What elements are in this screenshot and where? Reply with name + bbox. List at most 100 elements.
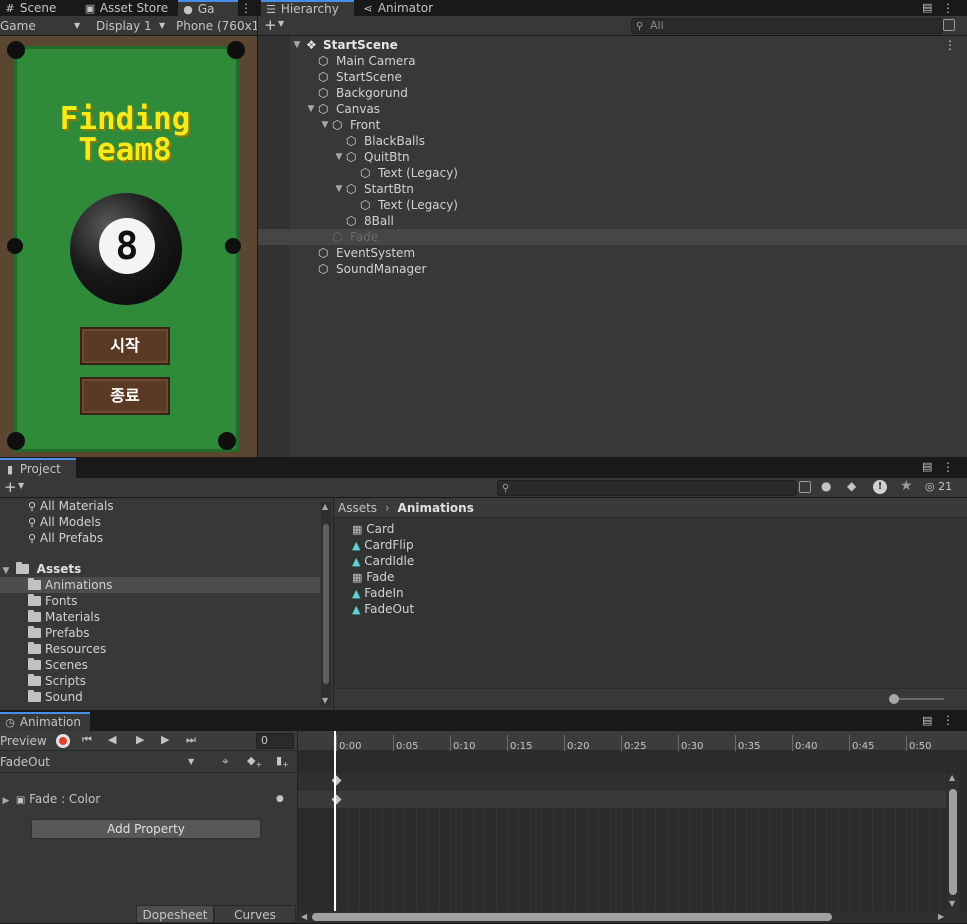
tab-scene[interactable]: # Scene xyxy=(0,0,80,16)
last-keyframe-icon[interactable]: ⏭ xyxy=(186,733,196,747)
asset-item[interactable]: ▲ FadeIn xyxy=(352,585,404,601)
event-lane[interactable] xyxy=(298,773,946,791)
asset-item[interactable]: ▲ CardFlip xyxy=(352,537,414,553)
play-icon[interactable]: ▶ xyxy=(136,733,144,746)
expand-arrow-icon[interactable]: ▼ xyxy=(305,101,317,117)
folder-item[interactable]: Scripts xyxy=(28,673,86,689)
display-dropdown[interactable]: Display 1 ▼ xyxy=(96,18,172,34)
scroll-up-arrow-icon[interactable]: ▲ xyxy=(322,502,328,511)
expand-arrow-icon[interactable]: ▼ xyxy=(333,149,345,165)
dopesheet-tab[interactable]: Dopesheet xyxy=(136,905,214,923)
scrollbar-thumb[interactable] xyxy=(323,524,329,684)
record-button[interactable] xyxy=(56,734,70,748)
asset-item[interactable]: ▦ Fade xyxy=(352,569,394,585)
breadcrumb-root[interactable]: Assets xyxy=(338,501,377,515)
folder-item[interactable]: Materials xyxy=(28,609,100,625)
folder-item[interactable]: Fonts xyxy=(28,593,77,609)
first-keyframe-icon[interactable]: ⏮ xyxy=(82,733,92,747)
tab-animator[interactable]: ⋖ Animator xyxy=(358,0,438,16)
tab-asset-store[interactable]: ▣ Asset Store xyxy=(80,0,178,16)
lock-icon[interactable]: ▤ xyxy=(922,714,932,727)
game-mode-dropdown[interactable]: Game ▼ xyxy=(0,18,86,34)
scroll-left-arrow-icon[interactable]: ◀ xyxy=(301,912,307,921)
preview-toggle[interactable]: Preview xyxy=(0,733,47,749)
folder-item[interactable]: Resources xyxy=(28,641,106,657)
animation-menu-icon[interactable]: ⋮ xyxy=(942,713,954,727)
hierarchy-menu-icon[interactable]: ⋮ xyxy=(942,0,954,16)
search-options-icon[interactable] xyxy=(943,19,955,31)
hidden-packages-toggle[interactable]: ◎ 21 xyxy=(925,480,952,493)
property-options-icon[interactable]: ● xyxy=(276,790,284,808)
tab-project[interactable]: ▮ Project xyxy=(0,458,76,478)
assets-root-row[interactable]: ▼ Assets xyxy=(0,561,81,577)
resolution-dropdown[interactable]: Phone (760x12 xyxy=(176,18,257,34)
scroll-down-arrow-icon[interactable]: ▼ xyxy=(949,899,955,908)
scrollbar-thumb[interactable] xyxy=(949,789,957,895)
filter-by-label-icon[interactable]: ◆ xyxy=(847,479,856,493)
add-keyframe-icon[interactable]: ◆+ xyxy=(247,754,262,769)
game-panel-menu-icon[interactable]: ⋮ xyxy=(240,0,252,16)
scroll-up-arrow-icon[interactable]: ▲ xyxy=(949,773,955,782)
project-menu-icon[interactable]: ⋮ xyxy=(942,460,954,474)
asset-item[interactable]: ▲ CardIdle xyxy=(352,553,414,569)
folder-item[interactable]: Scenes xyxy=(28,657,88,673)
search-options-icon[interactable] xyxy=(799,481,811,493)
asset-item[interactable]: ▦ Card xyxy=(352,521,394,537)
add-event-icon[interactable]: ▮+ xyxy=(276,754,289,769)
folder-item[interactable]: Animations xyxy=(28,577,112,593)
add-dropdown-chevron-icon[interactable]: ▼ xyxy=(278,19,284,28)
animation-clip-icon: ▲ xyxy=(352,587,361,600)
folder-item[interactable]: Sound xyxy=(28,689,83,705)
hierarchy-search-input[interactable]: ⚲ All xyxy=(631,18,943,34)
favorite-item[interactable]: ⚲ All Models xyxy=(28,514,101,530)
favorite-star-icon[interactable]: ★ xyxy=(900,478,913,494)
scene-menu-icon[interactable]: ⋮ xyxy=(944,37,956,53)
curves-tab[interactable]: Curves xyxy=(214,905,296,923)
folder-tree-scrollbar[interactable]: ▲ ▼ xyxy=(321,502,331,707)
asset-label: FadeOut xyxy=(364,602,415,616)
add-icon[interactable]: + xyxy=(264,17,277,33)
summary-lane[interactable] xyxy=(298,791,946,808)
folder-item[interactable]: Prefabs xyxy=(28,625,90,641)
property-row[interactable]: ▶ ▣ Fade : Color ● xyxy=(0,790,297,808)
add-property-button[interactable]: Add Property xyxy=(31,819,261,839)
tab-animation[interactable]: ◷ Animation xyxy=(0,712,90,731)
timeline-vertical-scrollbar[interactable]: ▲ ▼ xyxy=(947,773,959,911)
clip-toolbar: FadeOut ▼ ⌖ ◆+ ▮+ xyxy=(0,752,297,773)
frame-input[interactable]: 0 xyxy=(256,733,294,749)
add-dropdown-chevron-icon[interactable]: ▼ xyxy=(18,481,24,490)
asset-item[interactable]: ▲ FadeOut xyxy=(352,601,414,617)
clip-dropdown[interactable]: FadeOut ▼ xyxy=(0,754,200,770)
expand-arrow-icon[interactable]: ▼ xyxy=(319,117,331,133)
project-asset-panel: Assets › Animations ▦ Card ▲ CardFlip ▲ … xyxy=(334,498,967,710)
expand-arrow-icon[interactable]: ▶ xyxy=(0,792,12,810)
scrollbar-thumb[interactable] xyxy=(312,913,832,921)
icon-size-slider[interactable] xyxy=(889,694,944,704)
filter-by-type-icon[interactable]: ● xyxy=(821,479,831,493)
quit-button[interactable]: 종료 xyxy=(80,377,170,415)
previous-keyframe-icon[interactable]: ◀ xyxy=(108,733,116,746)
breadcrumb-current[interactable]: Animations xyxy=(398,501,474,515)
scroll-right-arrow-icon[interactable]: ▶ xyxy=(938,912,944,921)
next-keyframe-icon[interactable]: ▶ xyxy=(161,733,169,746)
start-button[interactable]: 시작 xyxy=(80,327,170,365)
favorite-item[interactable]: ⚲ All Materials xyxy=(28,498,114,514)
warning-filter-icon[interactable]: ! xyxy=(873,480,887,494)
expand-arrow-icon[interactable]: ▼ xyxy=(291,37,303,53)
add-icon[interactable]: + xyxy=(4,479,17,495)
favorite-item[interactable]: ⚲ All Prefabs xyxy=(28,530,103,546)
lock-icon[interactable]: ▤ xyxy=(922,460,932,473)
filter-by-selection-icon[interactable]: ⌖ xyxy=(222,754,229,769)
scene-row[interactable]: ▼ ❖ StartScene ⋮ xyxy=(258,37,967,53)
tab-game[interactable]: ● Ga xyxy=(178,0,238,16)
folder-label: Sound xyxy=(45,690,83,704)
hierarchy-item-label: Text (Legacy) xyxy=(378,166,458,180)
icon-size-slider-thumb[interactable] xyxy=(889,694,899,704)
scroll-down-arrow-icon[interactable]: ▼ xyxy=(322,696,328,705)
expand-arrow-icon[interactable]: ▼ xyxy=(333,181,345,197)
timeline-horizontal-scrollbar[interactable]: ◀ ▶ xyxy=(298,911,967,923)
tab-hierarchy[interactable]: ☰ Hierarchy xyxy=(261,0,354,16)
lock-icon[interactable]: ▤ xyxy=(922,0,936,16)
project-search-input[interactable]: ⚲ xyxy=(497,480,797,496)
game-viewport[interactable]: Finding Team8 8 시작 종료 xyxy=(0,36,257,457)
